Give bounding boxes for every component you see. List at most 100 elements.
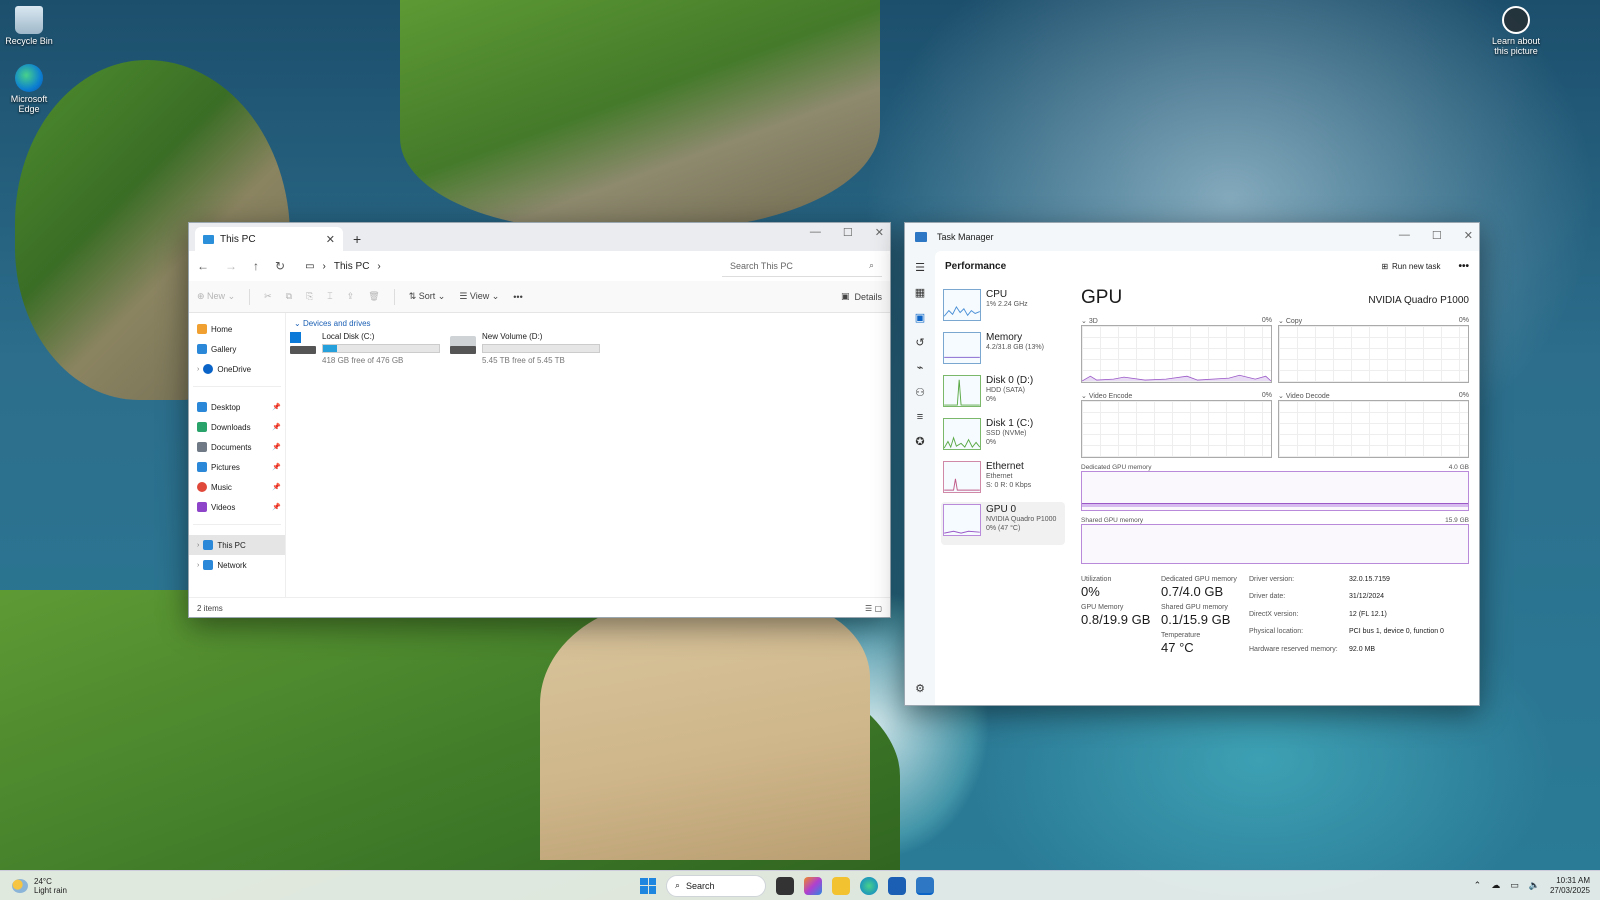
close-tab-icon[interactable]: ✕ xyxy=(326,233,335,246)
rename-icon[interactable]: ⌶ xyxy=(327,291,332,302)
nav-desktop[interactable]: Desktop 📌 xyxy=(189,397,285,417)
chevron-up-icon[interactable]: ⌃ xyxy=(1474,880,1482,891)
nav-videos[interactable]: Videos 📌 xyxy=(189,497,285,517)
chevron-right-icon[interactable]: › xyxy=(197,562,199,569)
engine-selector-video-encode[interactable]: ⌄ Video Encode xyxy=(1081,392,1132,400)
delete-icon[interactable]: 🗑 xyxy=(368,291,379,302)
cut-icon[interactable]: ✂ xyxy=(264,291,272,302)
details-icon[interactable]: ≡ xyxy=(917,411,923,423)
clock[interactable]: 10:31 AM 27/03/2025 xyxy=(1550,876,1590,896)
task-manager-titlebar: Task Manager — ☐ ✕ xyxy=(905,223,1479,251)
nav-home[interactable]: Home xyxy=(189,319,285,339)
back-icon[interactable]: ← xyxy=(197,259,209,273)
volume-icon[interactable]: 🔈 xyxy=(1529,880,1540,891)
chevron-right-icon[interactable]: › xyxy=(197,366,199,373)
chevron-right-icon[interactable]: › xyxy=(197,542,199,549)
dedicated-memory-graph xyxy=(1081,471,1469,511)
start-button[interactable] xyxy=(640,877,656,894)
shared-memory-graph xyxy=(1081,524,1469,564)
maximize-button[interactable]: ☐ xyxy=(1432,229,1442,242)
tab-this-pc[interactable]: This PC ✕ xyxy=(195,227,343,251)
pin-icon: 📌 xyxy=(272,464,281,471)
performance-icon[interactable]: ▣ xyxy=(915,311,925,324)
edge-icon[interactable] xyxy=(860,876,878,895)
onedrive-tray-icon[interactable]: ☁ xyxy=(1491,880,1500,891)
nav-documents[interactable]: Documents 📌 xyxy=(189,437,285,457)
recycle-bin-desktop-icon[interactable]: Recycle Bin xyxy=(0,6,58,46)
search-icon: ⌕ xyxy=(868,260,874,270)
users-icon[interactable]: ⚇ xyxy=(915,386,925,399)
more-options-button[interactable]: ••• xyxy=(1458,261,1469,272)
details-pane-icon: ▣ xyxy=(840,291,850,301)
close-button[interactable]: ✕ xyxy=(875,226,884,239)
device-disk-0[interactable]: Disk 0 (D:) HDD (SATA) 0% xyxy=(941,373,1065,416)
tiles-view-icon[interactable]: ▢ xyxy=(874,604,882,613)
nav-pictures[interactable]: Pictures 📌 xyxy=(189,457,285,477)
nav-downloads[interactable]: Downloads 📌 xyxy=(189,417,285,437)
startup-apps-icon[interactable]: ⌁ xyxy=(917,361,924,374)
weather-widget[interactable]: 24°C Light rain xyxy=(0,877,67,895)
run-new-task-button[interactable]: ⊞ Run new task xyxy=(1381,262,1440,271)
nav-network[interactable]: › Network xyxy=(189,555,285,575)
stat-shared-memory: Shared GPU memory 0.1/15.9 GB xyxy=(1161,604,1231,627)
engine-selector-video-decode[interactable]: ⌄ Video Decode xyxy=(1278,392,1330,400)
copy-icon[interactable]: ⧉ xyxy=(286,291,292,302)
device-gpu-0[interactable]: GPU 0 NVIDIA Quadro P1000 0% (47 °C) xyxy=(941,502,1065,545)
new-tab-button[interactable]: + xyxy=(353,231,361,251)
device-disk-1[interactable]: Disk 1 (C:) SSD (NVMe) 0% xyxy=(941,416,1065,459)
nav-onedrive[interactable]: › OneDrive xyxy=(189,359,285,379)
drive-d[interactable]: New Volume (D:) 5.45 TB free of 5.45 TB xyxy=(450,332,600,365)
device-cpu[interactable]: CPU 1% 2.24 GHz xyxy=(941,287,1065,330)
edge-desktop-icon[interactable]: Microsoft Edge xyxy=(0,64,58,114)
minimize-button[interactable]: — xyxy=(1399,229,1410,242)
more-button[interactable]: ••• xyxy=(513,292,522,302)
minimize-button[interactable]: — xyxy=(810,226,821,239)
graph-video-encode xyxy=(1081,400,1272,458)
engine-video-decode: ⌄ Video Decode 0% xyxy=(1278,392,1469,458)
refresh-icon[interactable]: ↻ xyxy=(275,259,285,273)
window-controls: — ☐ ✕ xyxy=(1399,229,1473,242)
share-icon[interactable]: ⇪ xyxy=(347,291,355,302)
forward-icon[interactable]: → xyxy=(225,259,237,273)
engine-3d: ⌄ 3D 0% xyxy=(1081,317,1272,386)
engine-copy: ⌄ Copy 0% xyxy=(1278,317,1469,386)
hamburger-menu-icon[interactable]: ☰ xyxy=(915,261,925,274)
devices-section-header[interactable]: ⌄ Devices and drives xyxy=(290,319,886,328)
task-manager-taskbar-icon[interactable] xyxy=(916,876,934,895)
search-input[interactable]: Search This PC ⌕ xyxy=(722,255,882,277)
network-tray-icon[interactable]: ▭ xyxy=(1510,880,1519,891)
processes-icon[interactable]: ▦ xyxy=(915,286,925,299)
breadcrumb-this-pc[interactable]: This PC xyxy=(334,261,370,272)
nav-this-pc[interactable]: › This PC xyxy=(189,535,285,555)
ethernet-sparkline xyxy=(943,461,981,493)
engine-selector-3d[interactable]: ⌄ 3D xyxy=(1081,317,1098,325)
details-button[interactable]: ▣ Details xyxy=(841,291,882,302)
device-ethernet[interactable]: Ethernet Ethernet S: 0 R: 0 Kbps xyxy=(941,459,1065,502)
run-task-icon: ⊞ xyxy=(1381,261,1389,271)
details-view-icon[interactable]: ☰ xyxy=(865,604,872,613)
page-title: Performance xyxy=(945,260,1007,272)
nav-music[interactable]: Music 📌 xyxy=(189,477,285,497)
engine-selector-copy[interactable]: ⌄ Copy xyxy=(1278,317,1302,325)
app-history-icon[interactable]: ↺ xyxy=(915,336,924,349)
close-button[interactable]: ✕ xyxy=(1464,229,1473,242)
sort-button[interactable]: ⇅ Sort ⌄ xyxy=(409,291,446,302)
learn-about-picture-desktop-icon[interactable]: Learn about this picture xyxy=(1487,6,1545,56)
view-button[interactable]: ☰ View ⌄ xyxy=(459,291,499,302)
settings-gear-icon[interactable]: ⚙ xyxy=(915,682,925,695)
microsoft-store-icon[interactable] xyxy=(888,876,906,895)
paste-icon[interactable]: ⎘ xyxy=(306,291,313,302)
drive-c[interactable]: Local Disk (C:) 418 GB free of 476 GB xyxy=(290,332,440,365)
up-icon[interactable]: ↑ xyxy=(253,259,259,273)
file-explorer-icon[interactable] xyxy=(832,876,850,895)
maximize-button[interactable]: ☐ xyxy=(843,226,853,239)
taskbar-search-box[interactable]: ⌕ Search xyxy=(666,874,766,897)
breadcrumb[interactable]: ▭ › This PC › xyxy=(305,261,706,272)
services-icon[interactable]: ✪ xyxy=(915,435,924,448)
new-button[interactable]: ⊕ New ⌄ xyxy=(197,291,235,302)
device-memory[interactable]: Memory 4.2/31.8 GB (13%) xyxy=(941,330,1065,373)
task-view-icon[interactable] xyxy=(776,876,794,895)
drive-free-space: 418 GB free of 476 GB xyxy=(322,356,404,365)
copilot-icon[interactable] xyxy=(804,876,822,895)
nav-gallery[interactable]: Gallery xyxy=(189,339,285,359)
